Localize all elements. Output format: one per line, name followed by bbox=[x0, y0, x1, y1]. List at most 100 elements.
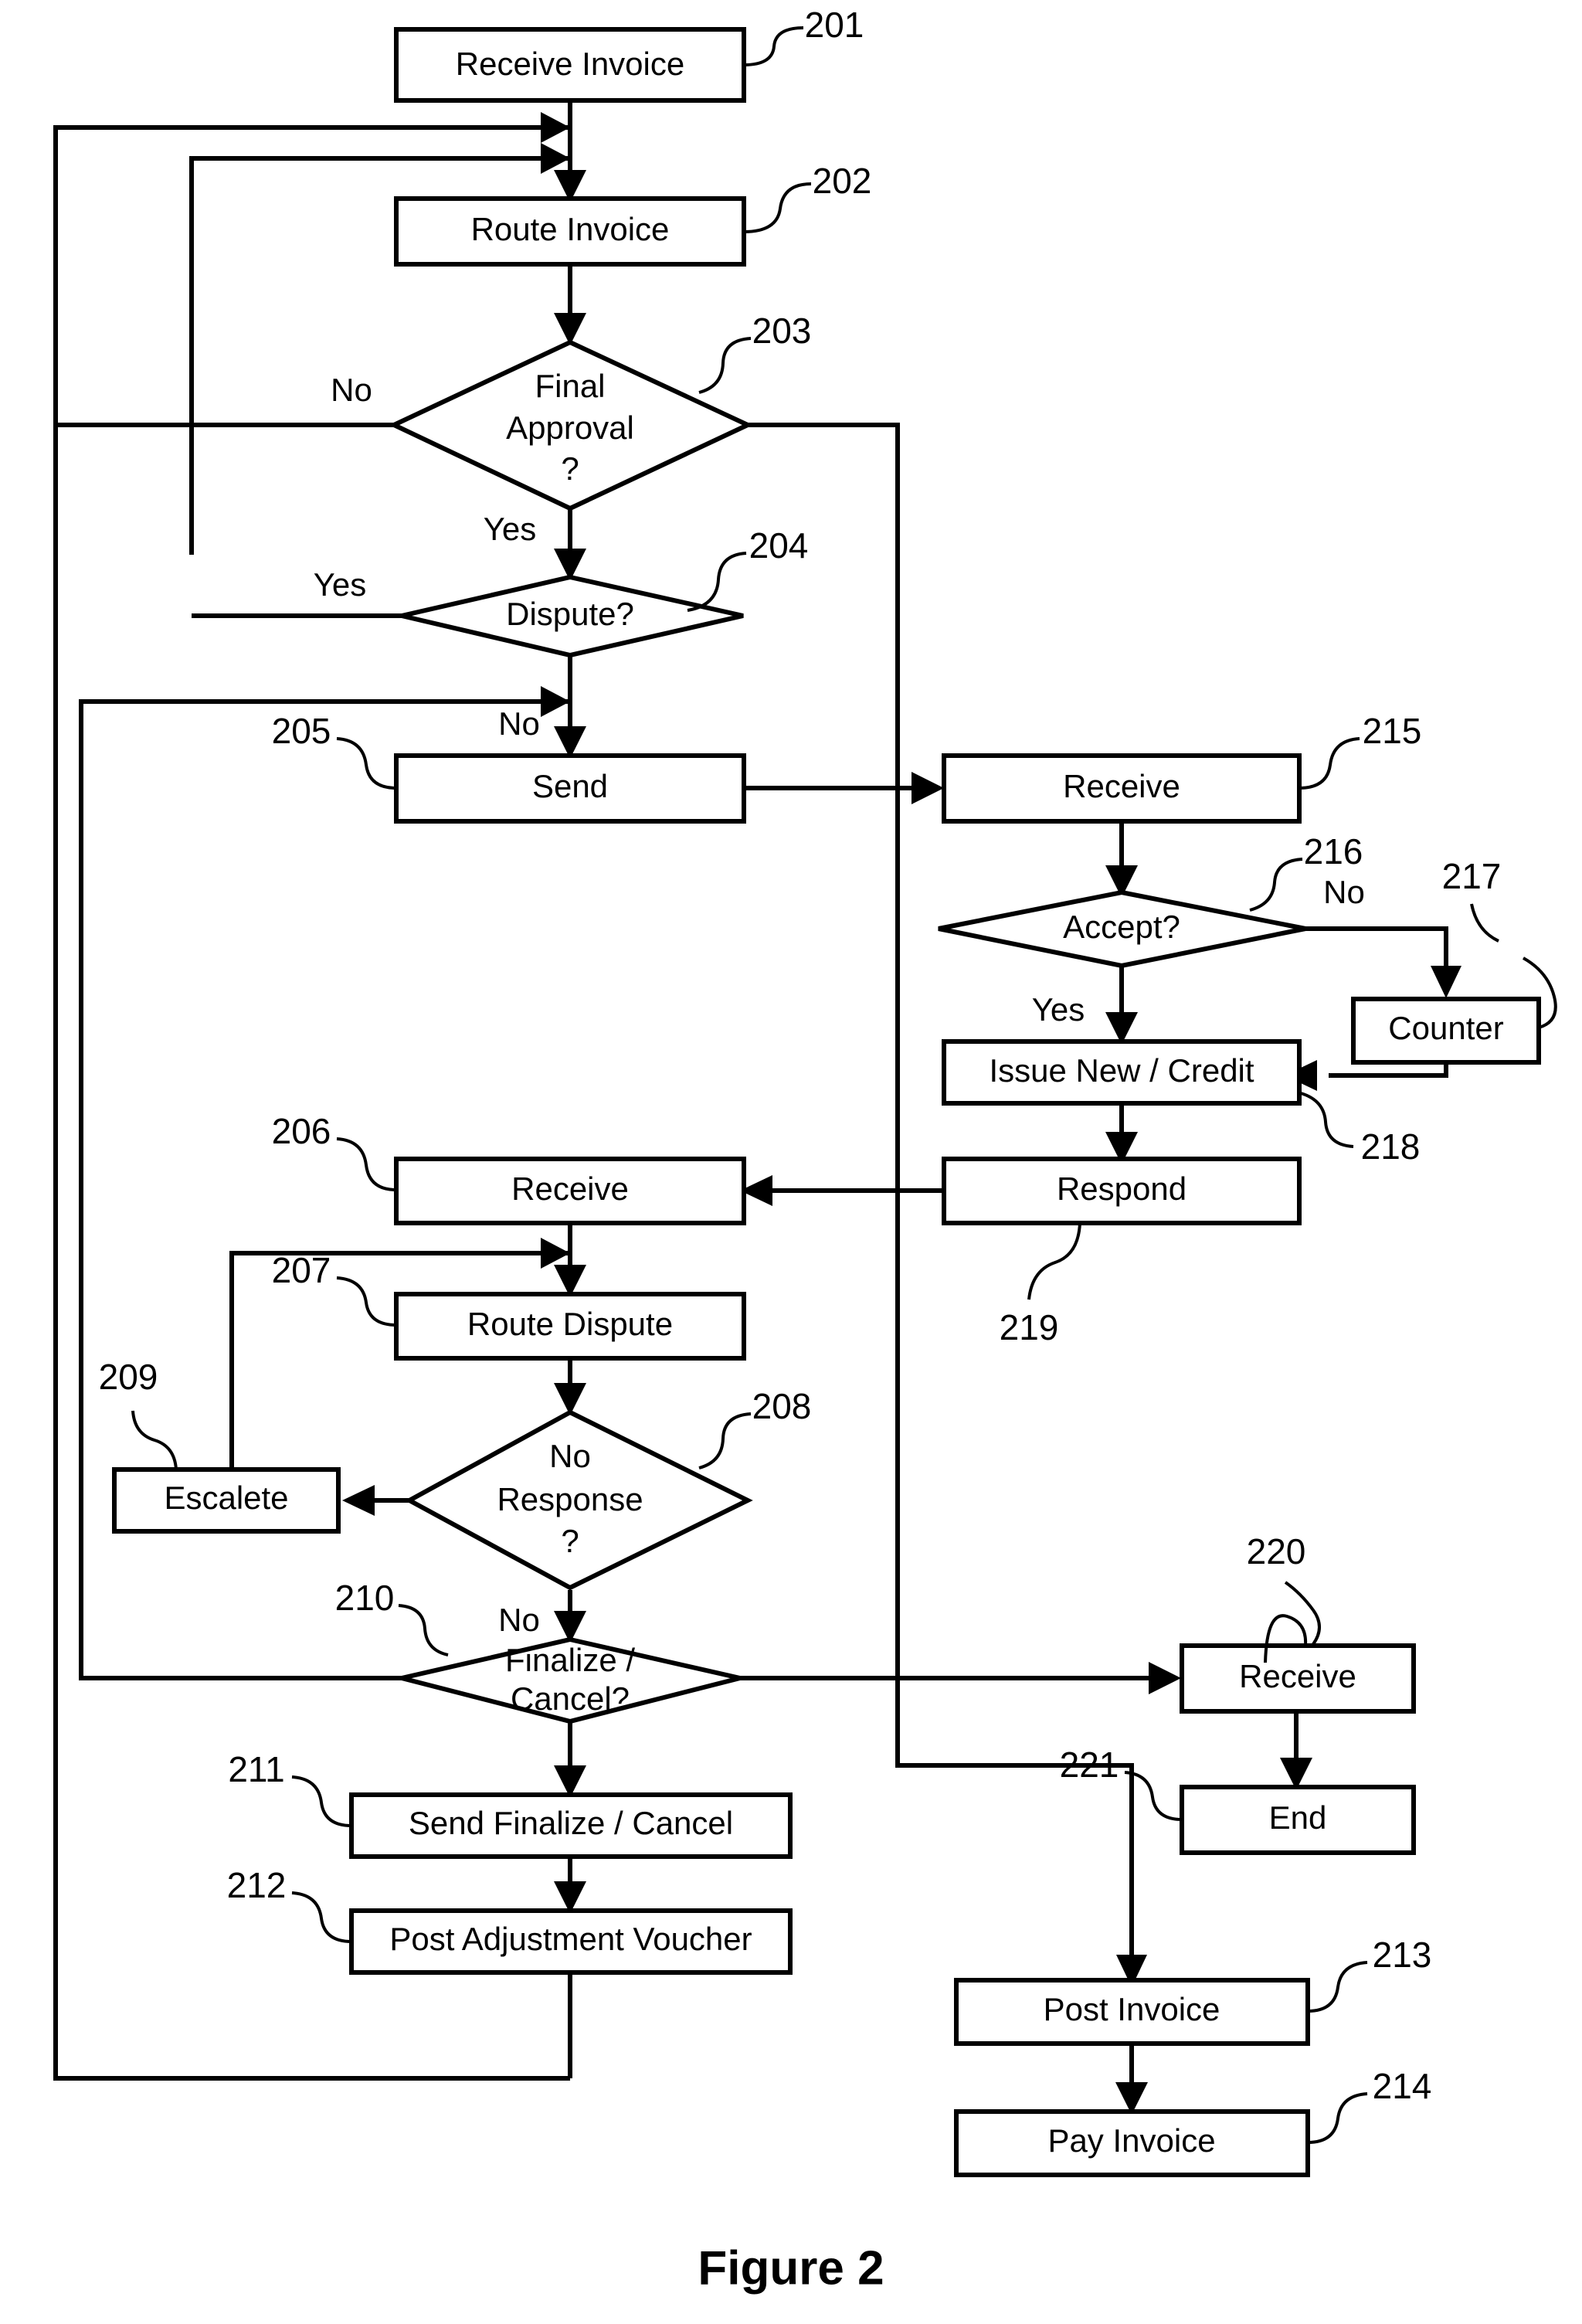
node-210-finalize-cancel[interactable]: Finalize / Cancel? bbox=[401, 1636, 741, 1724]
leader-208: 208 bbox=[698, 1386, 812, 1469]
leader-219: 219 bbox=[1000, 1222, 1081, 1347]
node-202-route-invoice[interactable]: Route Invoice bbox=[394, 196, 746, 267]
node-213-post-invoice[interactable]: Post Invoice bbox=[954, 1978, 1310, 2046]
ref-220: 220 bbox=[1247, 1531, 1306, 1571]
leader-221: 221 bbox=[1060, 1745, 1183, 1821]
node-217-counter[interactable]: Counter bbox=[1351, 997, 1541, 1065]
ref-202: 202 bbox=[813, 161, 872, 201]
edge-label-final-approval-yes: Yes bbox=[484, 511, 537, 547]
arrowhead-inner-left bbox=[541, 686, 570, 717]
ref-218: 218 bbox=[1361, 1126, 1421, 1167]
node-205-label: Send bbox=[532, 768, 608, 804]
edge-label-no-response-no: No bbox=[498, 1602, 540, 1638]
node-209-label: Escalete bbox=[164, 1480, 288, 1516]
ref-205: 205 bbox=[272, 711, 331, 751]
ref-209: 209 bbox=[99, 1357, 158, 1397]
node-203-label-line1: Final bbox=[535, 368, 605, 404]
arrowhead-outer-feedback bbox=[541, 112, 570, 143]
node-212-label: Post Adjustment Voucher bbox=[389, 1921, 752, 1957]
ref-210: 210 bbox=[335, 1578, 395, 1618]
ref-221: 221 bbox=[1060, 1745, 1119, 1785]
node-206-label: Receive bbox=[511, 1170, 629, 1207]
figure-caption: Figure 2 bbox=[698, 2241, 884, 2295]
leader-214: 214 bbox=[1307, 2066, 1432, 2144]
leader-209: 209 bbox=[99, 1357, 178, 1470]
node-215-label: Receive bbox=[1063, 768, 1180, 804]
leader-204: 204 bbox=[687, 525, 809, 612]
node-214-label: Pay Invoice bbox=[1047, 2122, 1215, 2159]
node-210-label-line1: Finalize / bbox=[505, 1642, 635, 1678]
edge-label-accept-yes: Yes bbox=[1032, 991, 1085, 1028]
leader-203: 203 bbox=[698, 311, 812, 394]
node-220-label: Receive bbox=[1239, 1658, 1356, 1694]
node-212-post-adjustment-voucher[interactable]: Post Adjustment Voucher bbox=[349, 1908, 793, 1975]
node-216-accept[interactable]: Accept? bbox=[938, 889, 1306, 969]
edge-label-dispute-yes: Yes bbox=[314, 566, 367, 603]
leader-206: 206 bbox=[272, 1111, 397, 1191]
ref-207: 207 bbox=[272, 1250, 331, 1290]
node-216-label: Accept? bbox=[1063, 909, 1180, 945]
node-203-label-line3: ? bbox=[561, 450, 579, 487]
node-207-route-dispute[interactable]: Route Dispute bbox=[394, 1292, 746, 1361]
leader-215: 215 bbox=[1299, 711, 1422, 790]
node-219-respond[interactable]: Respond bbox=[942, 1157, 1302, 1225]
node-208-label-line3: ? bbox=[561, 1523, 579, 1559]
node-221-end[interactable]: End bbox=[1180, 1785, 1416, 1855]
ref-206: 206 bbox=[272, 1111, 331, 1151]
node-211-label: Send Finalize / Cancel bbox=[409, 1805, 733, 1841]
node-221-label: End bbox=[1269, 1799, 1327, 1836]
ref-208: 208 bbox=[752, 1386, 812, 1426]
node-219-label: Respond bbox=[1057, 1170, 1186, 1207]
ref-203: 203 bbox=[752, 311, 812, 351]
node-215-receive[interactable]: Receive bbox=[942, 753, 1302, 824]
leader-218: 218 bbox=[1300, 1092, 1421, 1167]
node-203-final-approval[interactable]: Final Approval ? bbox=[388, 339, 754, 511]
ref-201: 201 bbox=[805, 5, 864, 45]
node-218-label: Issue New / Credit bbox=[989, 1052, 1254, 1089]
node-206-receive[interactable]: Receive bbox=[394, 1157, 746, 1225]
node-201-label: Receive Invoice bbox=[456, 46, 684, 82]
ref-216: 216 bbox=[1304, 831, 1363, 872]
edge-label-dispute-no: No bbox=[498, 705, 540, 742]
leader-211: 211 bbox=[228, 1749, 352, 1827]
figure-canvas: Receive Invoice 201 Route Invoice 202 Fi… bbox=[0, 0, 1582, 2324]
node-207-label: Route Dispute bbox=[467, 1306, 673, 1342]
node-220-receive[interactable]: Receive bbox=[1180, 1643, 1416, 1714]
node-214-pay-invoice[interactable]: Pay Invoice bbox=[954, 2109, 1310, 2177]
edge-label-accept-no: No bbox=[1323, 874, 1365, 910]
leader-210: 210 bbox=[335, 1578, 449, 1656]
node-208-no-response[interactable]: No Response ? bbox=[404, 1409, 753, 1591]
ref-213: 213 bbox=[1373, 1935, 1432, 1975]
node-202-label: Route Invoice bbox=[471, 211, 670, 247]
node-208-label-line1: No bbox=[549, 1438, 591, 1474]
leader-212: 212 bbox=[227, 1865, 352, 1943]
leader-205: 205 bbox=[272, 711, 397, 790]
ref-217: 217 bbox=[1442, 856, 1502, 896]
node-211-send-finalize-cancel[interactable]: Send Finalize / Cancel bbox=[349, 1792, 793, 1859]
ref-214: 214 bbox=[1373, 2066, 1432, 2106]
edge-label-final-approval-no: No bbox=[331, 372, 372, 408]
leader-207: 207 bbox=[272, 1250, 397, 1327]
leader-201: 201 bbox=[743, 5, 864, 66]
ref-215: 215 bbox=[1363, 711, 1422, 751]
flowchart-svg: Receive Invoice 201 Route Invoice 202 Fi… bbox=[53, 5, 1557, 2295]
ref-211: 211 bbox=[228, 1749, 284, 1789]
node-208-label-line2: Response bbox=[497, 1481, 643, 1517]
node-205-send[interactable]: Send bbox=[394, 753, 746, 824]
arrowhead-escalete bbox=[342, 1485, 375, 1516]
node-209-escalete[interactable]: Escalete bbox=[112, 1467, 341, 1534]
ref-212: 212 bbox=[227, 1865, 287, 1905]
leader-202: 202 bbox=[743, 161, 872, 233]
leader-220-line: 220 bbox=[1247, 1531, 1321, 1646]
node-204-dispute[interactable]: Dispute? bbox=[401, 574, 744, 658]
node-210-label-line2: Cancel? bbox=[511, 1680, 630, 1717]
node-217-label: Counter bbox=[1388, 1010, 1503, 1046]
arrowhead-dispute-yes bbox=[541, 143, 570, 174]
ref-204: 204 bbox=[749, 525, 809, 566]
node-203-label-line2: Approval bbox=[506, 409, 634, 446]
node-201-receive-invoice[interactable]: Receive Invoice bbox=[394, 27, 746, 103]
node-213-label: Post Invoice bbox=[1044, 1991, 1220, 2027]
leader-213: 213 bbox=[1307, 1935, 1432, 2013]
node-218-issue-new-credit[interactable]: Issue New / Credit bbox=[942, 1039, 1302, 1106]
arrowhead-route-dispute-loop bbox=[541, 1238, 570, 1269]
